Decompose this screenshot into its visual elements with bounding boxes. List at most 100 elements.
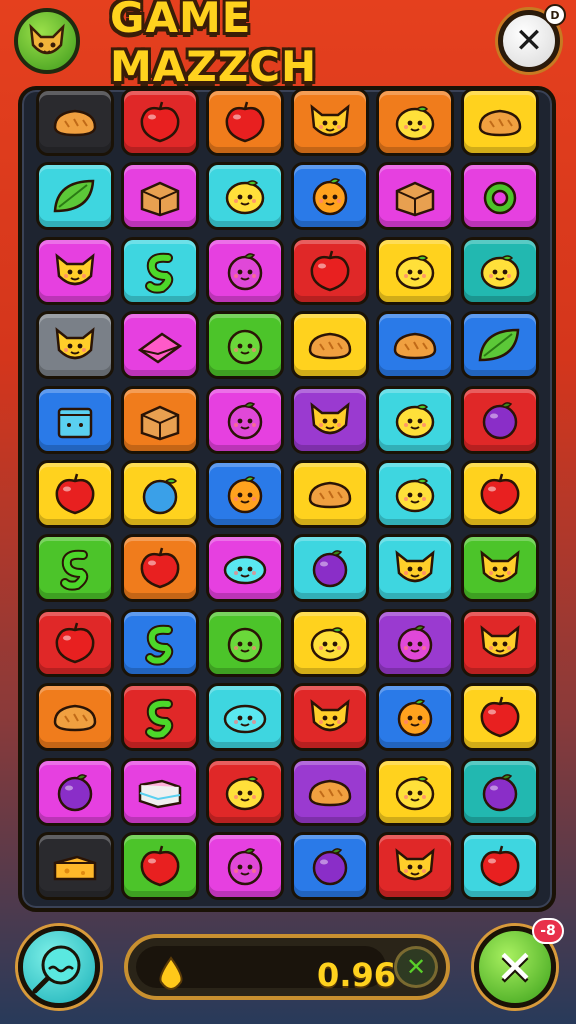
tile-lemon-r10c5[interactable]: [376, 757, 454, 826]
tile-leaf-r2c1[interactable]: [36, 162, 114, 231]
tile-fish-r9c3[interactable]: [206, 683, 284, 752]
tile-fox-r3c1[interactable]: [36, 236, 114, 305]
score-track: 0.96: [136, 946, 396, 994]
tile-apple-r6c1[interactable]: [36, 459, 114, 528]
tile-lemon-r6c5[interactable]: [376, 459, 454, 528]
apple-icon: [140, 845, 180, 887]
tile-orange-r2c4[interactable]: [291, 162, 369, 231]
tile-bread-r4c5[interactable]: [376, 311, 454, 380]
tile-lemon-r5c5[interactable]: [376, 385, 454, 454]
tile-bread-r6c4[interactable]: [291, 459, 369, 528]
tile-apple-r8c1[interactable]: [36, 608, 114, 677]
bread-icon: [53, 109, 97, 137]
tile-apple-r9c6[interactable]: [461, 683, 539, 752]
tile-bread-r1c6[interactable]: [461, 88, 539, 156]
tile-fox-r7c5[interactable]: [376, 534, 454, 603]
tile-fox-r7c6[interactable]: [461, 534, 539, 603]
tile-plum-r5c3[interactable]: [206, 385, 284, 454]
avatar[interactable]: [14, 8, 80, 74]
tile-leaf-r4c6[interactable]: [461, 311, 539, 380]
tile-fox-r4c1[interactable]: [36, 311, 114, 380]
plum-icon: [227, 401, 263, 439]
fox-icon: [395, 550, 435, 583]
tile-apple-r3c4[interactable]: [291, 236, 369, 305]
tile-lemon-r2c3[interactable]: [206, 162, 284, 231]
book-icon: [138, 779, 182, 808]
tile-plum-r3c3[interactable]: [206, 236, 284, 305]
tile-wedge-r4c2[interactable]: [121, 311, 199, 380]
hint-button[interactable]: [18, 926, 100, 1008]
tile-lemon-r8c4[interactable]: [291, 608, 369, 677]
tile-snake-r7c1[interactable]: [36, 534, 114, 603]
bread-icon: [308, 332, 352, 360]
tile-fox-r11c5[interactable]: [376, 831, 454, 900]
grape-icon: [312, 848, 348, 886]
tile-apple-r6c6[interactable]: [461, 459, 539, 528]
tile-bread-r9c1[interactable]: [36, 683, 114, 752]
tile-box-r2c2[interactable]: [121, 162, 199, 231]
tile-blueberry-r6c2[interactable]: [121, 459, 199, 528]
tile-grid: [36, 88, 544, 900]
apple-icon: [55, 473, 95, 515]
tile-bread-r10c4[interactable]: [291, 757, 369, 826]
fox-icon: [310, 401, 350, 434]
tile-lime-r8c3[interactable]: [206, 608, 284, 677]
tile-cube-r5c1[interactable]: [36, 385, 114, 454]
tile-lime-r4c3[interactable]: [206, 311, 284, 380]
tile-fox-r8c6[interactable]: [461, 608, 539, 677]
tile-lemon-r1c5[interactable]: [376, 88, 454, 156]
snake-icon: [145, 698, 174, 740]
tile-fox-r9c4[interactable]: [291, 683, 369, 752]
tile-snake-r3c2[interactable]: [121, 236, 199, 305]
leaf-icon: [53, 180, 95, 213]
tile-lemon-r3c5[interactable]: [376, 236, 454, 305]
tile-orange-r9c5[interactable]: [376, 683, 454, 752]
close-icon: ✕: [514, 21, 544, 61]
tile-book-r10c2[interactable]: [121, 757, 199, 826]
tile-fox-r5c4[interactable]: [291, 385, 369, 454]
tile-bread-r1c1[interactable]: [36, 88, 114, 156]
tile-apple-r1c2[interactable]: [121, 88, 199, 156]
tile-orange-r6c3[interactable]: [206, 459, 284, 528]
tile-plum-r8c5[interactable]: [376, 608, 454, 677]
tile-box-r2c5[interactable]: [376, 162, 454, 231]
close-icon: ✕: [495, 940, 535, 994]
bread-icon: [308, 779, 352, 806]
tile-snake-r8c2[interactable]: [121, 608, 199, 677]
tile-box-r5c2[interactable]: [121, 385, 199, 454]
lemon-icon: [395, 255, 435, 290]
tile-lemon-r10c3[interactable]: [206, 757, 284, 826]
orange-icon: [312, 178, 348, 216]
fox-icon: [55, 252, 95, 286]
ring-icon: [483, 182, 517, 215]
tile-grape-r11c4[interactable]: [291, 831, 369, 900]
tile-apple-r11c6[interactable]: [461, 831, 539, 900]
tile-grape-r5c6[interactable]: [461, 385, 539, 454]
tile-plum-r11c3[interactable]: [206, 831, 284, 900]
plum-icon: [227, 848, 263, 886]
tile-bread-r4c4[interactable]: [291, 311, 369, 380]
tile-apple-r1c3[interactable]: [206, 88, 284, 156]
tile-fish-r7c3[interactable]: [206, 534, 284, 603]
tile-ring-r2c6[interactable]: [461, 162, 539, 231]
lemon-icon: [310, 626, 350, 661]
droplet-icon: [159, 956, 183, 990]
tile-apple-r7c2[interactable]: [121, 534, 199, 603]
box-icon: [140, 405, 180, 440]
tile-grape-r10c6[interactable]: [461, 757, 539, 826]
magnifier-icon: [32, 945, 81, 994]
fox-icon: [310, 699, 350, 732]
grape-icon: [482, 401, 518, 439]
tile-lemon-r3c6[interactable]: [461, 236, 539, 305]
orange-icon: [397, 699, 433, 737]
tile-snake-r9c2[interactable]: [121, 683, 199, 752]
tile-grape-r7c4[interactable]: [291, 534, 369, 603]
bread-icon: [393, 332, 437, 360]
tile-cheese-r11c1[interactable]: [36, 831, 114, 900]
tile-fox-r1c4[interactable]: [291, 88, 369, 156]
tile-apple-r11c2[interactable]: [121, 831, 199, 900]
lemon-icon: [480, 255, 520, 290]
score-close-button[interactable]: ✕: [394, 946, 438, 988]
tile-grape-r10c1[interactable]: [36, 757, 114, 826]
lemon-icon: [395, 106, 435, 141]
